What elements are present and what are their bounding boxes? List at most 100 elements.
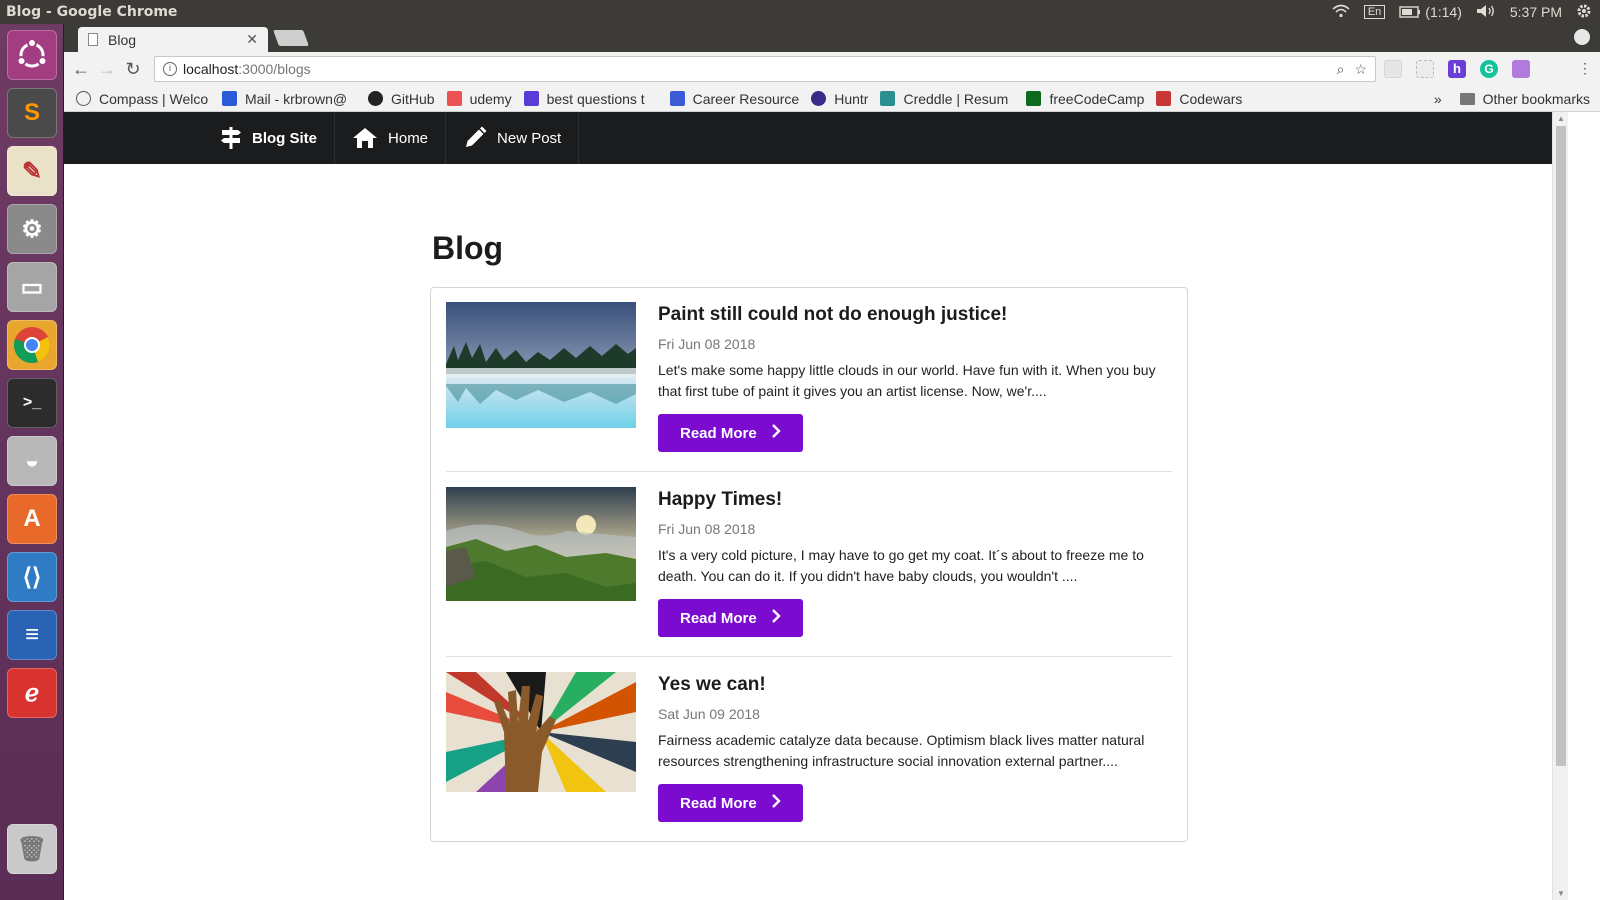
chrome-icon[interactable]	[7, 320, 57, 370]
bookmark-mail[interactable]: Mail - krbrown@	[222, 91, 356, 107]
page-scrollbar[interactable]: ▲ ▼	[1552, 112, 1568, 900]
braces-icon	[523, 91, 539, 106]
tab-blog[interactable]: Blog ✕	[78, 27, 268, 52]
bookmarks-bar: Compass | Welco Mail - krbrown@ GitHub u…	[64, 86, 1600, 112]
other-bookmarks[interactable]: Other bookmarks	[1459, 91, 1590, 107]
post-body: Happy Times! Fri Jun 08 2018 It's a very…	[658, 487, 1172, 637]
post-image-green-cliffs	[446, 487, 636, 601]
page-viewport: Blog Site Home New Post Blog Paint still…	[64, 112, 1600, 900]
text-editor-icon[interactable]: ✎	[7, 146, 57, 196]
address-bar[interactable]: i localhost :3000/blogs ⌕ ☆	[154, 56, 1376, 82]
terminal-icon[interactable]: >_	[7, 378, 57, 428]
site-info-icon[interactable]: i	[163, 62, 177, 76]
nav-new-post[interactable]: New Post	[446, 112, 580, 164]
ubuntu-dash-icon[interactable]	[7, 30, 57, 80]
browser-toolbar: ← → ↻ i localhost :3000/blogs ⌕ ☆ h G ⋮	[64, 52, 1600, 86]
read-more-label: Read More	[680, 609, 757, 627]
read-more-button[interactable]: Read More	[658, 784, 803, 822]
scroll-up-arrow-icon[interactable]: ▲	[1557, 114, 1565, 123]
battery-icon	[1399, 6, 1421, 18]
window-title: Blog - Google Chrome	[6, 4, 178, 20]
keyboard-layout-indicator[interactable]: En	[1363, 5, 1386, 19]
signpost-icon	[220, 126, 242, 150]
post-title[interactable]: Paint still could not do enough justice!	[658, 304, 1172, 326]
bookmark-github[interactable]: GitHub	[368, 91, 435, 107]
bookmark-creddle[interactable]: Creddle | Resum	[880, 91, 1014, 107]
new-tab-button[interactable]	[273, 30, 309, 46]
udemy-icon	[446, 91, 462, 106]
post-excerpt: Fairness academic catalyze data because.…	[658, 732, 1145, 769]
back-icon[interactable]: ←	[68, 59, 94, 80]
read-more-label: Read More	[680, 794, 757, 812]
zoom-icon[interactable]: ⌕	[1337, 61, 1345, 78]
bookmark-career-resource[interactable]: Career Resource	[669, 91, 799, 107]
close-tab-icon[interactable]: ✕	[246, 31, 258, 48]
nav-new-post-label: New Post	[497, 129, 562, 147]
bookmark-compass[interactable]: Compass | Welco	[76, 91, 210, 107]
page-icon	[88, 33, 98, 46]
read-more-button[interactable]: Read More	[658, 599, 803, 637]
grammarly-icon[interactable]: G	[1480, 60, 1498, 78]
post-title[interactable]: Happy Times!	[658, 489, 1172, 511]
read-more-button[interactable]: Read More	[658, 414, 803, 452]
vscode-icon[interactable]: ⟨⟩	[7, 552, 57, 602]
browser-window: Blog ✕ ← → ↻ i localhost :3000/blogs ⌕ ☆…	[64, 24, 1600, 900]
codewars-icon	[1156, 91, 1172, 106]
system-settings-icon[interactable]: ⚙	[7, 204, 57, 254]
freecodecamp-icon	[1026, 91, 1042, 106]
post-date: Sat Jun 09 2018	[658, 706, 760, 722]
os-top-panel: Blog - Google Chrome En (1:14) 5:37 PM	[0, 0, 1600, 24]
scroll-down-arrow-icon[interactable]: ▼	[1557, 889, 1565, 898]
battery-indicator[interactable]: (1:14)	[1399, 4, 1462, 20]
post-title[interactable]: Yes we can!	[658, 674, 1172, 696]
extension-grid-icon[interactable]	[1416, 60, 1434, 78]
post-item: Paint still could not do enough justice!…	[446, 302, 1172, 472]
battery-time: (1:14)	[1425, 4, 1462, 20]
nav-home[interactable]: Home	[335, 112, 447, 164]
chevron-right-icon	[771, 793, 781, 813]
pdf-viewer-icon[interactable]: ℯ	[7, 668, 57, 718]
system-gear-icon[interactable]	[1576, 3, 1592, 22]
main-content: Blog Paint still could not do enough jus…	[430, 230, 1188, 842]
extension-blank-icon[interactable]	[1384, 60, 1402, 78]
post-date: Fri Jun 08 2018	[658, 336, 756, 352]
trash-icon[interactable]: 🗑	[7, 824, 57, 874]
sublime-text-icon[interactable]: S	[7, 88, 57, 138]
huntr-icon	[811, 91, 827, 106]
extension-puzzle-icon[interactable]	[1512, 60, 1530, 78]
wifi-icon[interactable]	[1332, 4, 1350, 21]
post-image-misty-lake	[446, 302, 636, 428]
bookmark-codewars[interactable]: Codewars	[1156, 91, 1242, 107]
post-image-justice-collage	[446, 672, 636, 792]
bookmark-star-icon[interactable]: ☆	[1354, 61, 1367, 78]
more-bookmarks-chevron[interactable]: »	[1434, 91, 1442, 107]
writer-icon[interactable]: ≡	[7, 610, 57, 660]
github-icon	[368, 91, 383, 106]
chevron-right-icon	[771, 423, 781, 443]
scrollbar-thumb[interactable]	[1556, 126, 1566, 766]
url-host: localhost	[183, 61, 239, 77]
unity-launcher: S ✎ ⚙ ▭ >_ ◒ A ⟨⟩ ≡ ℯ 🗑	[0, 24, 64, 900]
extension-h-icon[interactable]: h	[1448, 60, 1466, 78]
bookmark-best-questions[interactable]: best questions t	[523, 91, 658, 107]
site-navbar: Blog Site Home New Post	[64, 112, 1552, 164]
profile-icon[interactable]	[1574, 29, 1590, 45]
clock[interactable]: 5:37 PM	[1510, 4, 1562, 20]
outlook-icon	[222, 91, 237, 106]
software-center-icon[interactable]: A	[7, 494, 57, 544]
disk-icon[interactable]: ◒	[7, 436, 57, 486]
volume-icon[interactable]	[1476, 4, 1496, 21]
forward-icon[interactable]: →	[94, 59, 120, 80]
brand-label: Blog Site	[252, 129, 318, 147]
files-icon[interactable]: ▭	[7, 262, 57, 312]
creddle-icon	[880, 91, 896, 106]
bookmark-freecodecamp[interactable]: freeCodeCamp	[1026, 91, 1144, 107]
bookmark-huntr[interactable]: Huntr	[811, 91, 868, 107]
pencil-icon	[463, 126, 487, 150]
nav-brand[interactable]: Blog Site	[220, 112, 336, 164]
reload-icon[interactable]: ↻	[120, 59, 146, 80]
chrome-menu-icon[interactable]: ⋮	[1578, 60, 1592, 77]
bookmark-udemy[interactable]: udemy	[446, 91, 512, 107]
system-tray: En (1:14) 5:37 PM	[1332, 3, 1600, 22]
home-icon	[352, 127, 378, 149]
